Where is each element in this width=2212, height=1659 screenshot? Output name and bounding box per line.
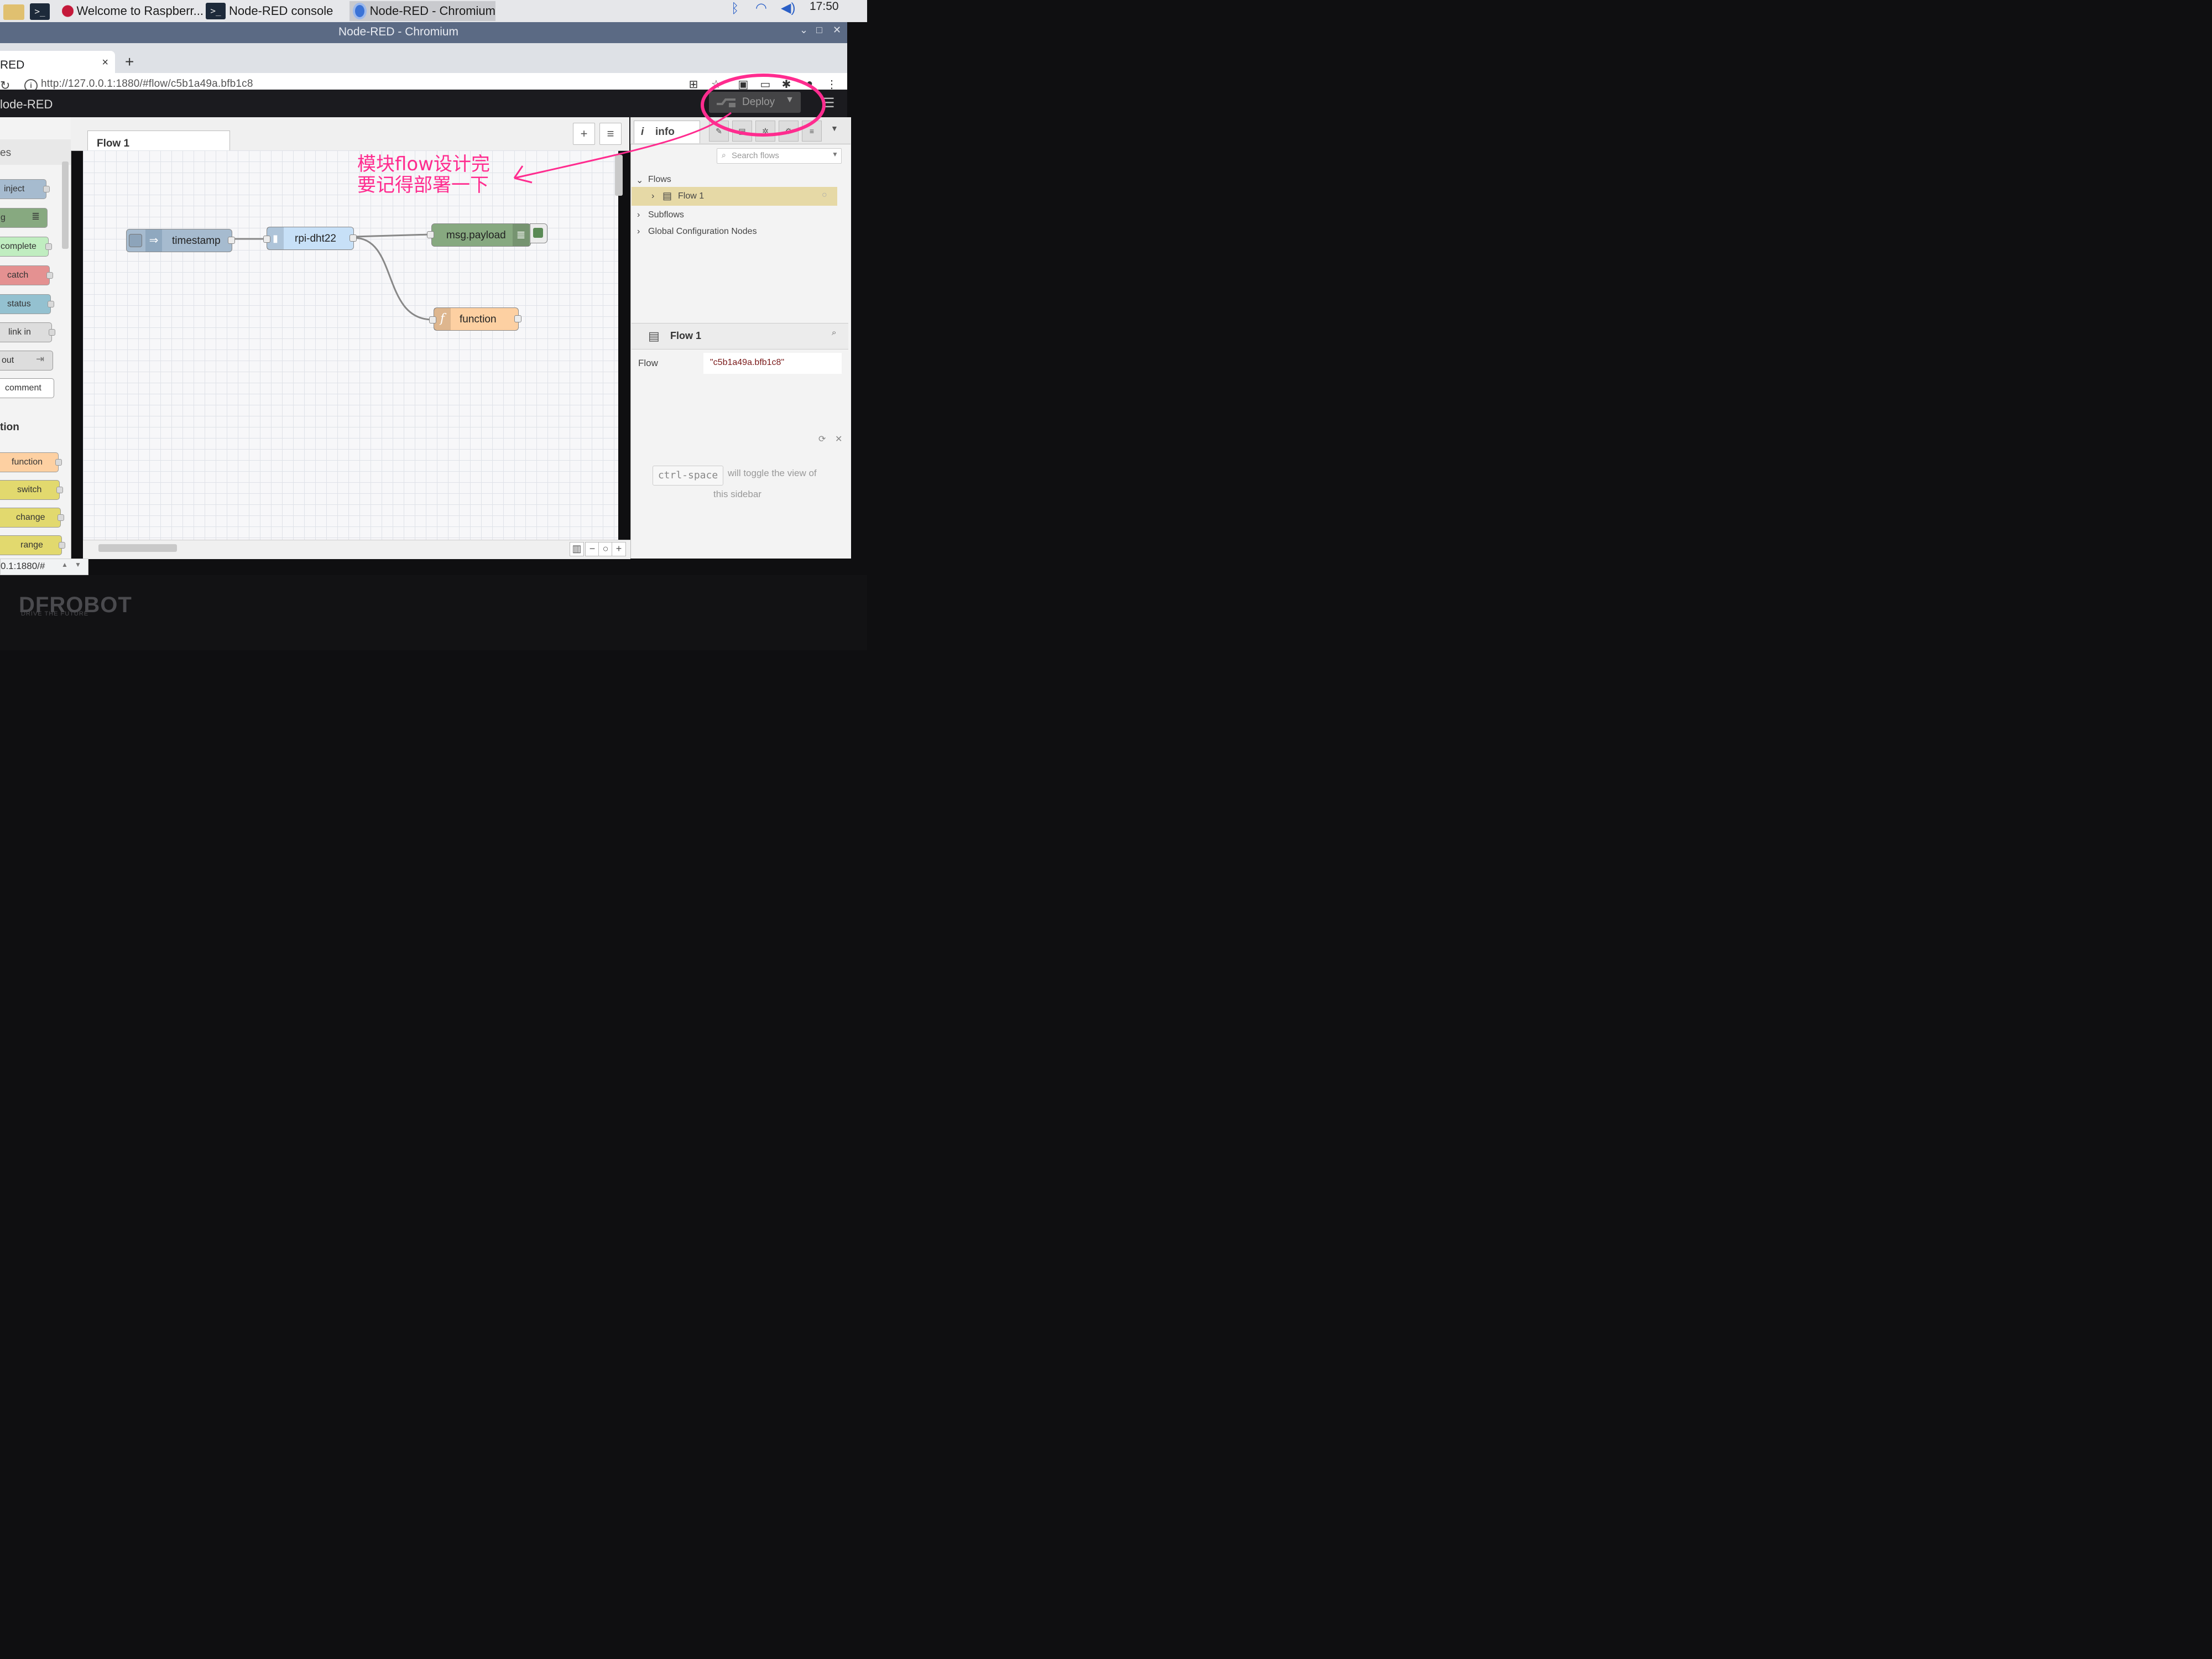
tree-flows[interactable]: Flows	[648, 175, 671, 185]
tree-subflows[interactable]: Subflows	[648, 210, 684, 220]
tree-chevron-right-icon[interactable]: ›	[637, 210, 640, 220]
inject-arrow-icon: ⇒	[145, 229, 162, 252]
status-down-icon[interactable]: ▼	[75, 561, 81, 568]
debug-list-icon: ≣	[513, 224, 529, 246]
search-flows-input[interactable]: ⌕ Search flows	[717, 148, 842, 164]
dht22-output-port[interactable]	[349, 234, 357, 242]
prop-value: "c5b1a49a.bfb1c8"	[710, 358, 785, 367]
refresh-icon[interactable]: ⟳	[818, 434, 826, 445]
flow-node-rpi-dht22[interactable]: ▮ rpi-dht22	[267, 227, 354, 250]
tab-info[interactable]: i info	[634, 121, 700, 143]
function-input-port[interactable]	[429, 316, 436, 324]
flow-node-timestamp[interactable]: ⇒ timestamp	[126, 229, 232, 252]
search-filter-caret-icon[interactable]: ▼	[832, 150, 838, 158]
annotation-line-2: 要记得部署一下	[357, 174, 489, 196]
tree-chevron-right-icon[interactable]: ›	[651, 191, 654, 201]
tab-debug-icon[interactable]: ▤	[732, 121, 752, 142]
tree-flow-1[interactable]: Flow 1	[678, 191, 704, 201]
inject-trigger-button[interactable]	[129, 234, 142, 247]
status-url: 0.1:1880/#	[1, 561, 45, 571]
flow-property-row: Flow "c5b1a49a.bfb1c8"	[632, 353, 848, 374]
flow-info-title: Flow 1	[670, 330, 702, 341]
browser-status-bar: 0.1:1880/# ▲ ▼	[0, 559, 88, 575]
wire-dht22-payload	[353, 233, 431, 238]
flow-icon: ▤	[648, 329, 660, 343]
flow-search-icon[interactable]: ⌕	[832, 328, 836, 337]
timestamp-output-port[interactable]	[228, 237, 235, 244]
tab-config-icon[interactable]: ⚙	[779, 121, 799, 142]
flow-icon: ▤	[662, 190, 672, 201]
flow-node-function[interactable]: f function	[434, 307, 519, 331]
sidebar-tabs-caret-icon[interactable]: ▼	[831, 124, 838, 133]
debug-toggle-button[interactable]	[530, 223, 547, 243]
prop-key: Flow	[638, 358, 658, 368]
annotation-text: 模块flow设计完 要记得部署一下	[357, 154, 490, 196]
tree-global-config[interactable]: Global Configuration Nodes	[648, 227, 757, 237]
flow-node-msg-payload[interactable]: msg.payload ≣	[431, 223, 531, 247]
sidebar-hint-line-1: will toggle the view of	[728, 468, 817, 478]
tab-help-icon[interactable]: ✎	[709, 121, 729, 142]
keyboard-shortcut-badge: ctrl-space	[653, 466, 723, 486]
payload-input-port[interactable]	[427, 231, 434, 238]
flow-status-circle-icon: ○	[822, 190, 827, 200]
search-icon: ⌕	[722, 150, 726, 159]
close-hint-icon[interactable]: ✕	[835, 434, 842, 445]
monitor-tagline: DRIVE THE FUTURE	[21, 611, 89, 617]
sidebar-hint-line-2: this sidebar	[713, 489, 761, 499]
status-up-icon[interactable]: ▲	[61, 561, 68, 568]
flow-info-panel-header: ▤ Flow 1 ⌕	[632, 323, 848, 349]
info-icon: i	[641, 126, 644, 138]
annotation-line-1: 模块flow设计完	[357, 153, 491, 175]
function-f-icon: f	[434, 308, 451, 330]
tab-context-icon[interactable]: ≡	[802, 121, 822, 142]
tree-chevron-down-icon[interactable]: ⌄	[636, 175, 643, 186]
tab-bug-icon[interactable]: ✲	[755, 121, 775, 142]
function-output-port[interactable]	[514, 315, 521, 322]
dht22-input-port[interactable]	[263, 236, 270, 243]
tree-chevron-right-icon[interactable]: ›	[637, 227, 640, 237]
wire-dht22-function	[353, 237, 433, 321]
